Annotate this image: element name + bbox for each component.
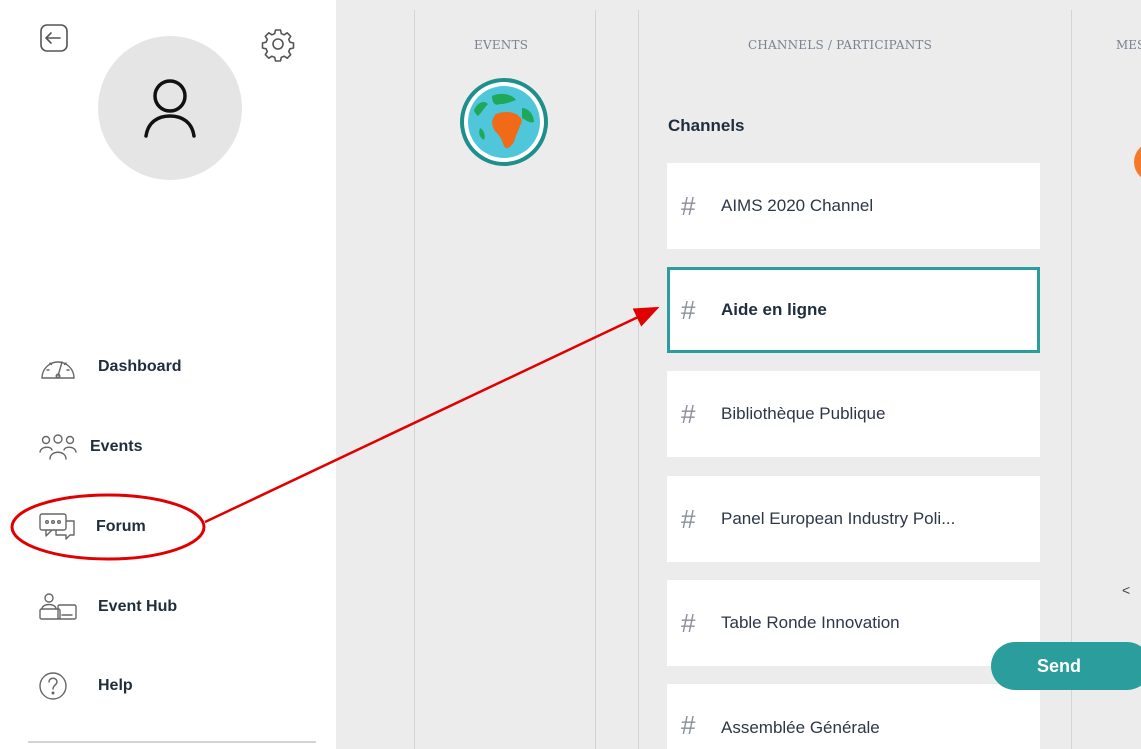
channel-label: AIMS 2020 Channel [721, 196, 874, 215]
nav-label-events: Events [90, 438, 143, 455]
send-button[interactable]: Send [991, 642, 1141, 690]
nav-label-forum: Forum [96, 518, 146, 535]
logout-icon[interactable] [36, 20, 72, 56]
hash-icon: # [681, 398, 696, 429]
scroll-left-button[interactable]: < [1122, 582, 1130, 598]
nav-label-help: Help [98, 677, 133, 694]
gear-icon[interactable] [260, 26, 296, 62]
channel-table-ronde-innovation[interactable]: # Table Ronde Innovation [667, 580, 1040, 666]
channel-aide-en-ligne[interactable]: # Aide en ligne [667, 267, 1040, 353]
hash-icon: # [681, 710, 696, 740]
people-icon [38, 430, 82, 464]
nav-help[interactable]: Help [38, 666, 298, 706]
channels-title: Channels [668, 116, 745, 135]
event-globe-icon[interactable] [460, 78, 548, 166]
nav-label-dashboard: Dashboard [98, 358, 182, 375]
chat-icon [38, 510, 82, 544]
hash-icon: # [681, 294, 696, 325]
channel-label: Table Ronde Innovation [721, 613, 900, 632]
nav-events[interactable]: Events [38, 427, 298, 467]
divider [28, 741, 316, 743]
hash-icon: # [681, 503, 696, 534]
hub-icon [38, 590, 82, 624]
channel-label: Assemblée Générale [721, 718, 880, 737]
messages-panel [1116, 10, 1141, 749]
messages-header: MES [1116, 38, 1141, 52]
nav-forum[interactable]: Forum [38, 507, 298, 547]
channel-label: Bibliothèque Publique [721, 404, 886, 423]
hash-icon: # [681, 607, 696, 638]
sidebar: Dashboard Events Forum Event Hub Help [0, 0, 336, 749]
help-icon [38, 669, 82, 703]
channel-label: Panel European Industry Poli... [721, 509, 956, 528]
channel-label: Aide en ligne [721, 300, 827, 319]
gauge-icon [38, 350, 82, 384]
channel-panel-european-industry[interactable]: # Panel European Industry Poli... [667, 476, 1040, 562]
hash-icon: # [681, 190, 696, 221]
channel-assemblee-generale[interactable]: # Assemblée Générale [667, 684, 1040, 749]
channels-header: CHANNELS / PARTICIPANTS [748, 38, 933, 52]
nav-event-hub[interactable]: Event Hub [38, 587, 298, 627]
events-header: EVENTS [474, 38, 529, 52]
nav-dashboard[interactable]: Dashboard [38, 347, 298, 387]
nav-label-event-hub: Event Hub [98, 598, 178, 615]
channel-bibliotheque-publique[interactable]: # Bibliothèque Publique [667, 371, 1040, 457]
channel-aims-2020[interactable]: # AIMS 2020 Channel [667, 163, 1040, 249]
avatar[interactable] [98, 36, 242, 180]
